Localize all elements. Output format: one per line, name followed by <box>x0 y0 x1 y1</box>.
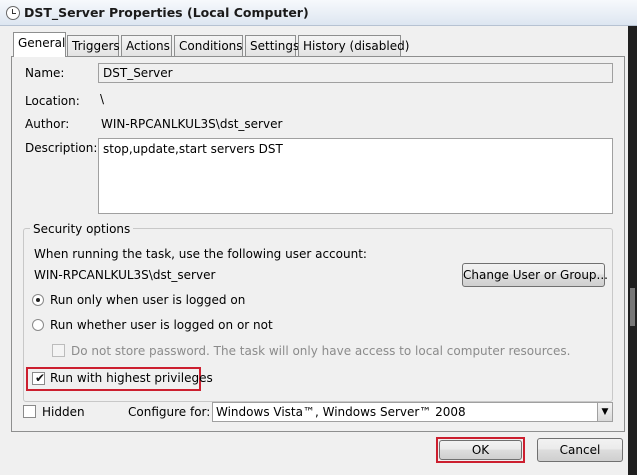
run-highest-privileges-label[interactable]: Run with highest privileges <box>50 371 213 385</box>
change-user-group-button[interactable]: Change User or Group... <box>462 263 608 287</box>
hidden-checkbox[interactable] <box>23 405 36 418</box>
name-label: Name: <box>25 66 65 80</box>
chevron-down-icon[interactable]: ▼ <box>597 403 612 421</box>
tab-history[interactable]: History (disabled) <box>298 35 409 57</box>
title-bar[interactable]: DST_Server Properties (Local Computer) <box>0 0 637 26</box>
radio-run-whether-label[interactable]: Run whether user is logged on or not <box>50 318 273 332</box>
ok-button[interactable]: OK <box>439 440 522 460</box>
author-value: WIN-RPCANLKUL3S\dst_server <box>101 117 283 131</box>
tab-label: History (disabled) <box>303 39 410 53</box>
description-label: Description: <box>25 141 98 155</box>
radio-run-whether-logged-on[interactable] <box>32 319 44 331</box>
clock-icon <box>6 6 20 20</box>
author-label: Author: <box>25 117 70 131</box>
cancel-button[interactable]: Cancel <box>537 438 623 462</box>
tab-settings[interactable]: Settings <box>245 35 300 57</box>
account-prompt: When running the task, use the following… <box>34 247 367 261</box>
radio-run-logged-on[interactable] <box>32 294 44 306</box>
tab-actions[interactable]: Actions <box>121 35 172 57</box>
tab-label: Triggers <box>72 39 120 53</box>
window-title: DST_Server Properties (Local Computer) <box>24 5 309 20</box>
tab-label: General <box>18 36 66 50</box>
tab-label: Conditions <box>179 39 243 53</box>
configure-for-value: Windows Vista™, Windows Server™ 2008 <box>216 405 466 419</box>
security-options-legend: Security options <box>30 222 134 236</box>
account-value: WIN-RPCANLKUL3S\dst_server <box>34 268 216 282</box>
do-not-store-password-checkbox[interactable] <box>52 344 65 357</box>
location-value: \ <box>100 92 105 106</box>
do-not-store-password-label: Do not store password. The task will onl… <box>71 344 571 358</box>
tab-conditions[interactable]: Conditions <box>174 35 243 57</box>
tab-general[interactable]: General <box>13 32 66 57</box>
tab-triggers[interactable]: Triggers <box>67 35 120 57</box>
location-label: Location: <box>25 94 80 108</box>
tab-label: Settings <box>250 39 300 53</box>
run-highest-privileges-checkbox[interactable]: ✔ <box>32 371 46 385</box>
hidden-label[interactable]: Hidden <box>42 405 85 419</box>
tab-label: Actions <box>126 39 170 53</box>
radio-run-logged-on-label[interactable]: Run only when user is logged on <box>50 293 245 307</box>
configure-for-label: Configure for: <box>128 405 211 419</box>
check-mark-icon: ✔ <box>35 371 46 385</box>
background-window-edge <box>628 26 637 475</box>
name-field[interactable]: DST_Server <box>98 63 613 83</box>
scrollbar-thumb <box>630 288 635 326</box>
description-textarea[interactable]: stop,update,start servers DST <box>98 138 613 214</box>
configure-for-select[interactable]: Windows Vista™, Windows Server™ 2008 ▼ <box>212 402 613 422</box>
